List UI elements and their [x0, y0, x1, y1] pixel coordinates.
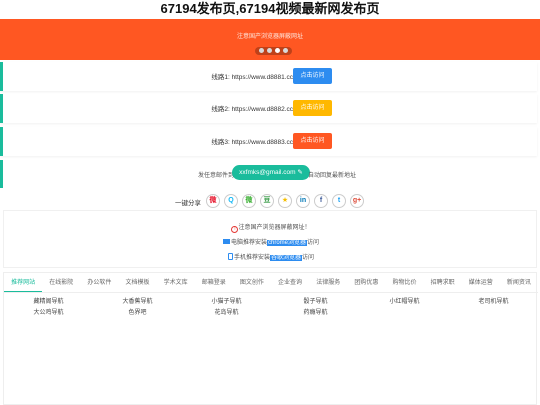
- notice-pc-post: 访问: [307, 240, 320, 246]
- linkedin-icon[interactable]: in: [296, 194, 310, 208]
- carousel-dot[interactable]: [267, 48, 272, 53]
- banner-text: 注意国产浏览器屏蔽网址: [236, 34, 303, 40]
- notice-phone-post: 访问: [302, 255, 315, 261]
- google-plus-icon[interactable]: g+: [350, 194, 364, 208]
- banner: 注意国产浏览器屏蔽网址: [0, 19, 540, 60]
- wechat-icon[interactable]: 微: [242, 194, 256, 208]
- category-tabs: 推荐网站 在线影院 办公软件 文档模板 学术文库 邮箱登录 图文创作 企业查询 …: [4, 273, 538, 293]
- email-hint-right: 自动回复最新地址: [308, 173, 357, 179]
- email-address-button[interactable]: xxfmks@gmail.com ✎: [232, 165, 310, 180]
- notice-phone: 手机推荐安装谷歌浏览器访问: [4, 252, 538, 261]
- tab-shopping[interactable]: 购物比价: [385, 273, 423, 292]
- tab-jobs[interactable]: 招聘求职: [424, 273, 462, 292]
- tab-creation[interactable]: 图文创作: [233, 273, 271, 292]
- notice-warning-text: 注意国产浏览器屏蔽网址！: [238, 225, 311, 231]
- site-link[interactable]: 色界吧: [93, 309, 182, 317]
- tab-cinema[interactable]: 在线影院: [42, 273, 80, 292]
- page-title: 67194发布页,67194视频最新网发布页: [160, 1, 380, 16]
- email-address: xxfmks@gmail.com: [239, 169, 296, 176]
- carousel-dot-active[interactable]: [275, 48, 280, 53]
- tab-office[interactable]: 办公软件: [80, 273, 118, 292]
- site-link[interactable]: 藏精阁导航: [4, 298, 93, 306]
- visit-button-3[interactable]: 点击访问: [293, 133, 332, 149]
- carousel-dot[interactable]: [283, 48, 288, 53]
- share-bar: 一键分享 微 Q 微 豆 ★ in f t g+: [0, 193, 540, 209]
- site-link[interactable]: 大香蕉导航: [93, 298, 182, 306]
- tab-deals[interactable]: 团购优惠: [347, 273, 385, 292]
- weibo-icon[interactable]: 微: [206, 194, 220, 208]
- edit-icon: ✎: [297, 169, 303, 176]
- line-row-1: 线路1: https://www.d8881.cc 点击访问: [0, 62, 537, 91]
- line-label: 线路1: https://www.d8881.cc: [211, 74, 293, 81]
- email-hint-left: 发任意邮件到: [198, 173, 235, 179]
- tab-company[interactable]: 企业查询: [271, 273, 309, 292]
- carousel-indicator: [255, 47, 292, 55]
- site-link[interactable]: 老司机导航: [449, 298, 538, 306]
- site-link[interactable]: 大公鸡导航: [4, 309, 93, 317]
- tab-legal[interactable]: 法律服务: [309, 273, 347, 292]
- notice-pc: 电脑推荐安装chrome浏览器访问: [4, 237, 538, 246]
- line-row-3: 线路3: https://www.d8883.cc 点击访问: [0, 127, 537, 156]
- chrome-link[interactable]: chrome浏览器: [266, 240, 307, 246]
- notice-phone-pre: 手机推荐安装: [233, 255, 270, 261]
- browser-notice: ! 注意国产浏览器屏蔽网址！ 电脑推荐安装chrome浏览器访问 手机推荐安装谷歌…: [3, 210, 537, 268]
- tab-media[interactable]: 媒体运营: [462, 273, 500, 292]
- tab-news[interactable]: 新闻资讯: [500, 273, 538, 292]
- qzone-icon[interactable]: ★: [278, 194, 292, 208]
- visit-button-1[interactable]: 点击访问: [293, 68, 332, 84]
- google-browser-link[interactable]: 谷歌浏览器: [269, 255, 302, 261]
- tab-templates[interactable]: 文档模板: [118, 273, 156, 292]
- facebook-icon[interactable]: f: [314, 194, 328, 208]
- notice-warning: ! 注意国产浏览器屏蔽网址！: [4, 222, 538, 233]
- site-link[interactable]: 骰子导航: [271, 298, 360, 306]
- tab-recommended[interactable]: 推荐网站: [4, 273, 43, 292]
- site-link[interactable]: 花岛导航: [182, 309, 271, 317]
- site-link[interactable]: 小红帽导航: [360, 298, 449, 306]
- line-row-2: 线路2: https://www.d8882.cc 点击访问: [0, 94, 537, 123]
- qq-icon[interactable]: Q: [224, 194, 238, 208]
- email-row: 发任意邮件到 xxfmks@gmail.com ✎ 自动回复最新地址: [0, 160, 537, 188]
- visit-button-2[interactable]: 点击访问: [293, 100, 332, 116]
- line-label: 线路2: https://www.d8882.cc: [211, 106, 293, 113]
- share-label: 一键分享: [175, 200, 201, 207]
- phone-icon: [227, 253, 233, 260]
- site-directory: 推荐网站 在线影院 办公软件 文档模板 学术文库 邮箱登录 图文创作 企业查询 …: [3, 272, 538, 405]
- notice-pc-pre: 电脑推荐安装: [230, 240, 267, 246]
- line-label: 线路3: https://www.d8883.cc: [211, 139, 293, 146]
- tab-email[interactable]: 邮箱登录: [195, 273, 233, 292]
- site-link[interactable]: 小猫子导航: [182, 298, 271, 306]
- douban-icon[interactable]: 豆: [260, 194, 274, 208]
- carousel-dot[interactable]: [259, 48, 264, 53]
- tab-academic[interactable]: 学术文库: [157, 273, 195, 292]
- twitter-icon[interactable]: t: [332, 194, 346, 208]
- site-link[interactable]: 药瘾导航: [271, 309, 360, 317]
- computer-icon: [222, 239, 230, 244]
- link-grid: 藏精阁导航 大香蕉导航 小猫子导航 骰子导航 小红帽导航 老司机导航 大公鸡导航…: [4, 298, 538, 317]
